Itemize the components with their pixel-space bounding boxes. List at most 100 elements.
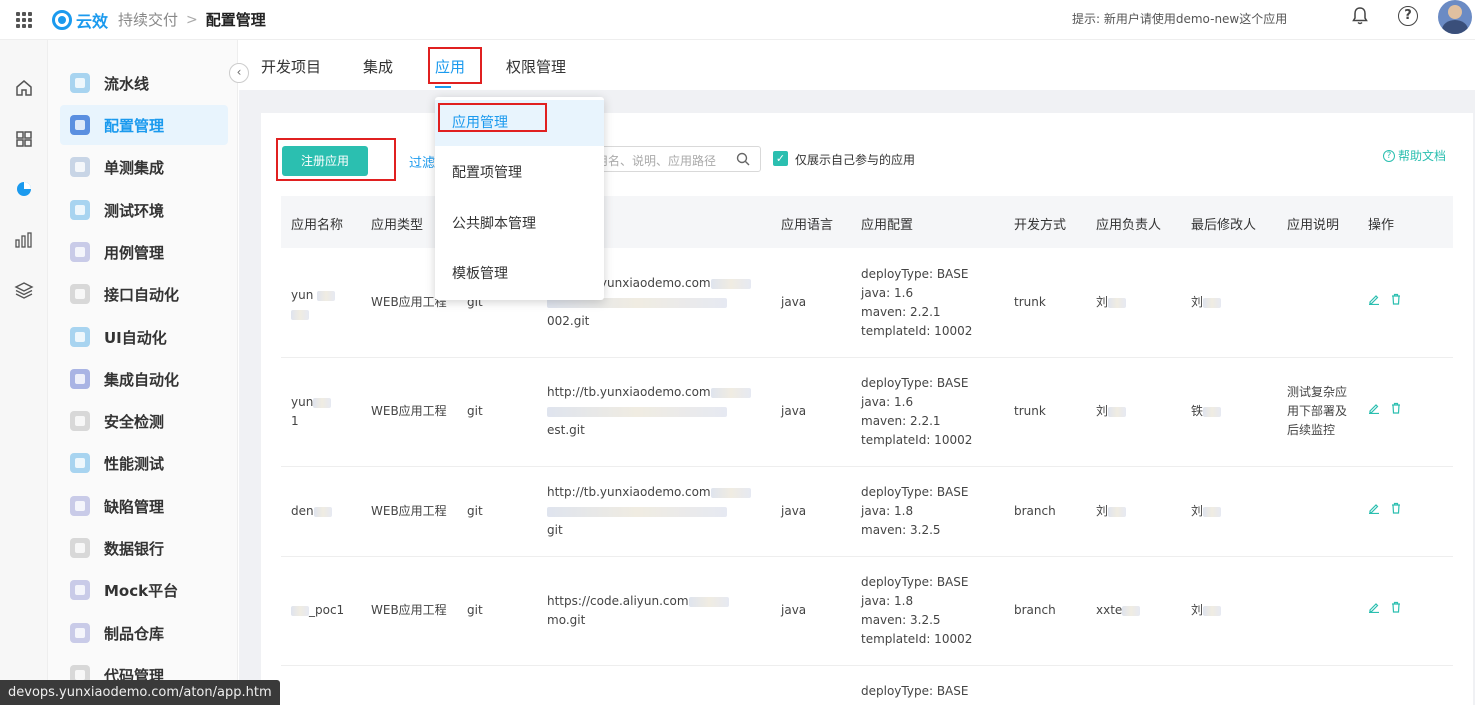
dashboard-icon[interactable] (14, 129, 34, 149)
cell-vcs: git (467, 404, 483, 418)
icon-rail (0, 40, 48, 705)
menu-item-templates[interactable]: 模板管理 (435, 251, 604, 297)
sidebar-item-integration-automation[interactable]: 集成自动化 (60, 359, 228, 399)
page-title: 配置管理 (205, 11, 266, 29)
col-description: 应用说明 (1287, 218, 1340, 233)
sidebar-item-label: 数据银行 (104, 539, 165, 558)
sidebar-item-label: 缺陷管理 (104, 497, 165, 516)
cell-repo: https://code.aliyun.com mo.git (547, 592, 767, 630)
sidebar-item-api-automation[interactable]: 接口自动化 (60, 274, 228, 314)
api-icon (70, 284, 90, 304)
sidebar-item-case-management[interactable]: 用例管理 (60, 232, 228, 272)
cell-vcs: git (467, 603, 483, 617)
sidebar-item-config-management[interactable]: 配置管理 (60, 105, 228, 145)
sidebar-item-test-env[interactable]: 测试环境 (60, 190, 228, 230)
logo[interactable]: 云效 (52, 8, 108, 32)
sidebar-item-unit-test[interactable]: 单测集成 (60, 147, 228, 187)
edit-icon[interactable] (1368, 601, 1380, 613)
sidebar-item-label: 安全检测 (104, 412, 165, 431)
sidebar-item-security[interactable]: 安全检测 (60, 401, 228, 441)
table-row: den WEB应用工程 git http://tb.yunxiaodemo.co… (281, 467, 1453, 557)
bar-chart-icon[interactable] (14, 230, 34, 250)
tab-integration[interactable]: 集成 (363, 56, 393, 77)
col-dev-mode: 开发方式 (1014, 218, 1067, 233)
sidebar-item-mock[interactable]: Mock平台 (60, 570, 228, 610)
col-app-name: 应用名称 (291, 218, 344, 233)
tabs-bar: 开发项目 集成 应用 权限管理 (239, 40, 1475, 90)
case-icon (70, 242, 90, 262)
help-docs-link[interactable]: ? 帮助文档 (1383, 147, 1446, 164)
sidebar-item-artifacts[interactable]: 制品仓库 (60, 613, 228, 653)
collapse-sidebar-button[interactable]: ‹ (229, 63, 249, 83)
highlight-box-menu (438, 103, 547, 132)
sidebar-item-label: 性能测试 (104, 454, 165, 473)
edit-icon[interactable] (1368, 502, 1380, 514)
cell-repo: http://tb.yunxiaodemo.com est.git (547, 383, 767, 440)
cell-app-name[interactable]: yun 1 (291, 393, 332, 431)
cell-app-name[interactable]: _poc1 (291, 601, 344, 620)
sidebar-item-data-bank[interactable]: 数据银行 (60, 528, 228, 568)
bell-icon[interactable] (1352, 7, 1368, 25)
pie-chart-icon[interactable] (14, 179, 34, 199)
cell-dev-mode: trunk (1014, 404, 1046, 418)
table-row: _poc1 WEB应用工程 git https://code.aliyun.co… (281, 557, 1453, 666)
avatar[interactable] (1438, 0, 1472, 34)
shield-icon (70, 411, 90, 431)
layers-icon[interactable] (14, 280, 34, 300)
tab-dev-projects[interactable]: 开发项目 (261, 56, 321, 77)
cell-app-type: WEB应用工程 (371, 603, 447, 617)
active-tab-indicator (435, 86, 451, 88)
sidebar-item-performance[interactable]: 性能测试 (60, 443, 228, 483)
search-input[interactable]: 用名、说明、应用路径 (581, 146, 761, 172)
cloud-icon (70, 200, 90, 220)
sidebar-item-defects[interactable]: 缺陷管理 (60, 486, 228, 526)
cell-actions (1368, 293, 1402, 305)
cell-app-type: WEB应用工程 (371, 504, 447, 518)
col-last-modifier: 最后修改人 (1191, 218, 1257, 233)
highlight-box-tab (428, 47, 482, 84)
sidebar-item-label: 接口自动化 (104, 285, 180, 304)
col-app-type: 应用类型 (371, 218, 424, 233)
cell-last-modifier: 刘 (1191, 502, 1222, 521)
cell-description: 测试复杂应 用下部署及 后续监控 (1287, 385, 1348, 437)
cell-app-name[interactable]: yun (291, 286, 336, 324)
only-mine-checkbox[interactable]: ✓ (773, 151, 788, 166)
cell-last-modifier: 刘 (1191, 601, 1222, 620)
sidebar-item-label: 配置管理 (104, 116, 165, 135)
delete-icon[interactable] (1390, 502, 1402, 514)
sidebar-item-label: 测试环境 (104, 201, 165, 220)
delete-icon[interactable] (1390, 601, 1402, 613)
menu-item-config-items[interactable]: 配置项管理 (435, 150, 604, 196)
cell-app-name[interactable]: den (291, 502, 332, 521)
col-config: 应用配置 (861, 218, 914, 233)
delete-icon[interactable] (1390, 293, 1402, 305)
col-owner: 应用负责人 (1096, 218, 1162, 233)
cell-config: deployType: BASE java: 1.8 maven: 3.2.5 (861, 485, 969, 537)
app-grid-icon[interactable] (16, 11, 32, 28)
menu-item-public-scripts[interactable]: 公共脚本管理 (435, 201, 604, 247)
search-icon[interactable] (736, 152, 750, 166)
pipeline-icon (70, 73, 90, 93)
search-placeholder: 用名、说明、应用路径 (596, 154, 717, 168)
cell-repo: http://tb.yunxiaodemo.com git (547, 483, 767, 540)
breadcrumb-product[interactable]: 持续交付 (118, 9, 178, 30)
tab-permissions[interactable]: 权限管理 (506, 56, 566, 77)
cell-dev-mode: branch (1014, 603, 1056, 617)
col-actions: 操作 (1368, 218, 1395, 233)
col-language: 应用语言 (781, 218, 834, 233)
edit-icon[interactable] (1368, 402, 1380, 414)
edit-icon[interactable] (1368, 293, 1380, 305)
cell-config: deployType: BASE java: 1.8 maven: 3.2.5 tem… (861, 575, 973, 646)
cell-actions (1368, 601, 1402, 613)
sidebar-item-pipeline[interactable]: 流水线 (60, 63, 228, 103)
help-icon[interactable]: ? (1398, 6, 1418, 26)
yunxiao-logo-icon (52, 9, 72, 30)
cell-language: java (781, 603, 807, 617)
delete-icon[interactable] (1390, 402, 1402, 414)
cell-dev-mode: branch (1014, 504, 1056, 518)
filter-link[interactable]: 过滤 (409, 152, 435, 171)
home-icon[interactable] (14, 78, 34, 98)
sidebar-item-ui-automation[interactable]: UI自动化 (60, 317, 228, 357)
cell-language: java (781, 504, 807, 518)
cell-app-type: WEB应用工程 (371, 404, 447, 418)
